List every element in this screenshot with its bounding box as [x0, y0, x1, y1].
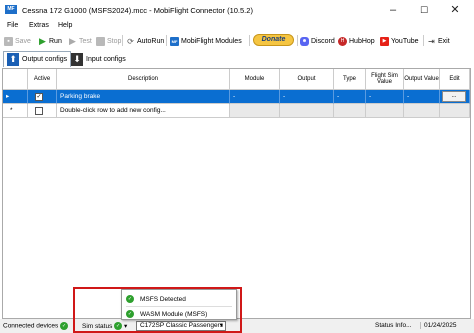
arrow-up-icon: ⬆	[7, 53, 19, 66]
edit-button[interactable]: ...	[442, 91, 466, 102]
type-cell: -	[334, 90, 366, 104]
toolbar-divider	[249, 35, 250, 46]
title-bar: MF Cessna 172 G1000 (MSFS2024).mcc - Mob…	[0, 0, 474, 20]
new-row-marker: *	[3, 104, 28, 118]
module-cell: -	[230, 90, 280, 104]
toolbar-divider	[166, 35, 167, 46]
autorun-button[interactable]: ⟳ AutoRun	[126, 35, 164, 47]
highlight-box	[73, 287, 242, 333]
hubhop-button[interactable]: H HubHop	[338, 35, 375, 47]
youtube-button[interactable]: ▶ YouTube	[380, 35, 419, 47]
run-button[interactable]: ▶ Run	[38, 35, 62, 47]
active-checkbox[interactable]	[35, 107, 43, 115]
type-cell	[334, 104, 366, 118]
youtube-icon: ▶	[380, 36, 389, 46]
stop-button[interactable]: Stop	[96, 35, 121, 47]
stop-icon	[96, 36, 105, 46]
arrow-down-icon: ⬇	[71, 52, 83, 66]
tab-input-configs[interactable]: ⬇ Input configs	[68, 51, 129, 67]
toolbar-divider	[423, 35, 424, 46]
hubhop-icon: H	[338, 36, 347, 46]
menu-help[interactable]: Help	[58, 22, 72, 29]
autorun-icon: ⟳	[127, 36, 134, 46]
table-row[interactable]: * Double-click row to add new config...	[3, 104, 470, 118]
toolbar-divider	[297, 35, 298, 46]
check-icon: ✓	[60, 322, 69, 330]
menu-extras[interactable]: Extras	[29, 22, 49, 29]
minimize-icon[interactable]: –	[378, 2, 408, 18]
active-cell	[28, 104, 57, 118]
status-info-label[interactable]: Status Info...	[375, 322, 412, 329]
menu-file[interactable]: File	[7, 22, 18, 29]
description-cell[interactable]: Double-click row to add new config...	[57, 104, 230, 118]
output-value-cell	[404, 104, 440, 118]
flight-sim-value-cell	[366, 104, 404, 118]
column-header-output[interactable]: Output	[280, 69, 334, 90]
window-title: Cessna 172 G1000 (MSFS2024).mcc - MobiFl…	[22, 6, 253, 15]
toolbar-divider	[122, 35, 123, 46]
column-header-description[interactable]: Description	[57, 69, 230, 90]
exit-button[interactable]: ⇥ Exit	[427, 35, 450, 47]
test-button[interactable]: ▶ Test	[68, 35, 92, 47]
column-header-output-value[interactable]: Output Value	[404, 69, 440, 90]
exit-icon: ⇥	[428, 36, 435, 46]
mobiflight-icon: MF	[170, 36, 179, 46]
menu-bar: File Extras Help	[0, 20, 474, 33]
column-header-module[interactable]: Module	[230, 69, 280, 90]
description-cell[interactable]: Parking brake	[57, 90, 230, 104]
test-icon: ▶	[69, 35, 76, 46]
row-header-corner	[3, 69, 28, 90]
app-logo-icon: MF	[5, 5, 17, 14]
output-config-grid: Active Description Module Output Type Fl…	[2, 68, 471, 319]
active-checkbox[interactable]: ✓	[35, 93, 43, 101]
connected-devices-label[interactable]: Connected devices ✓	[3, 322, 69, 330]
flight-sim-value-cell: -	[366, 90, 404, 104]
column-header-type[interactable]: Type	[334, 69, 366, 90]
play-icon: ▶	[39, 35, 46, 46]
tab-output-configs[interactable]: ⬆ Output configs	[3, 51, 72, 67]
edit-cell: ...	[440, 90, 470, 104]
status-date: 01/24/2025	[420, 322, 457, 329]
maximize-icon[interactable]: ☐	[409, 2, 439, 18]
column-header-edit[interactable]: Edit	[440, 69, 470, 90]
output-cell: -	[280, 90, 334, 104]
discord-icon: ☻	[300, 36, 309, 46]
output-cell	[280, 104, 334, 118]
output-value-cell: -	[404, 90, 440, 104]
mobiflight-modules-button[interactable]: MF MobiFlight Modules	[170, 35, 242, 47]
module-cell	[230, 104, 280, 118]
column-header-active[interactable]: Active	[28, 69, 57, 90]
donate-button[interactable]: Donate	[253, 34, 294, 46]
save-icon: ▪	[4, 36, 13, 46]
edit-cell	[440, 104, 470, 118]
column-header-flight-sim-value[interactable]: Flight Sim Value	[366, 69, 404, 90]
table-row[interactable]: ▸ ✓ Parking brake - - - - - ...	[3, 90, 470, 104]
discord-button[interactable]: ☻ Discord	[300, 35, 335, 47]
active-cell: ✓	[28, 90, 57, 104]
config-tabs: ⬆ Output configs ⬇ Input configs	[0, 49, 474, 69]
toolbar: ▪ Save ▶ Run ▶ Test Stop ⟳ AutoRun MF Mo…	[0, 33, 474, 49]
row-marker: ▸	[3, 90, 28, 104]
save-button[interactable]: ▪ Save	[4, 35, 31, 47]
close-icon[interactable]: ✕	[440, 2, 470, 18]
